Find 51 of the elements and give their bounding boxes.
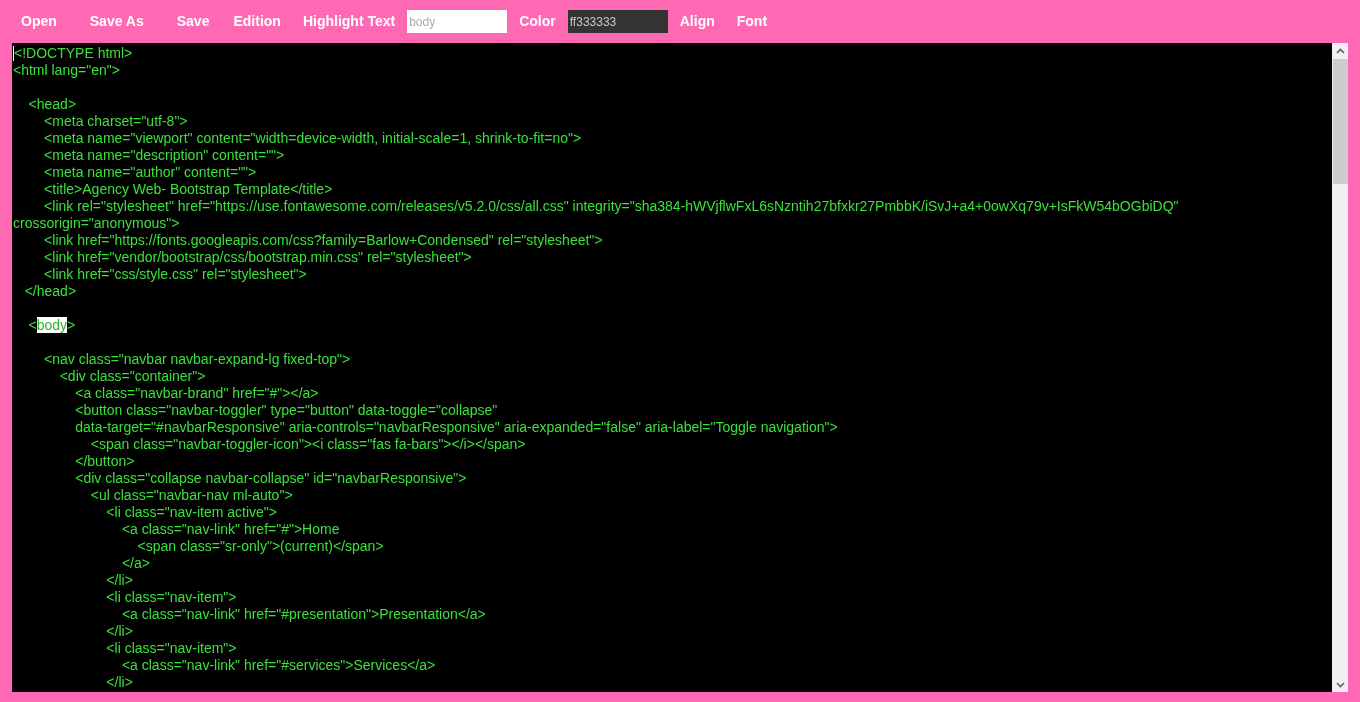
code-line: <!DOCTYPE html> xyxy=(14,45,133,62)
code-line: <nav class="navbar navbar-expand-lg fixed-top"> xyxy=(43,351,351,368)
code-line: <head> xyxy=(27,96,77,113)
code-line: <div class="collapse navbar-collapse" id="navbarResponsive"> xyxy=(74,470,467,487)
toolbar-button[interactable]: Highlight Text xyxy=(301,11,397,32)
code-line: <link href="https://fonts.googleapis.com/css?family=Barlow+Condensed" rel="stylesheet"> xyxy=(43,232,603,249)
code-line: <li class="nav-item active"> xyxy=(105,504,277,521)
code-line: <div class="container"> xyxy=(58,368,206,385)
scrollbar-thumb[interactable] xyxy=(1332,59,1348,184)
code-line: <a class="nav-link" href="#presentation">Presentation</a> xyxy=(120,606,486,623)
code-line: <span class="navbar-toggler-icon"><i class="fas fa-bars"></i></span> xyxy=(89,436,526,453)
code-line: </li> xyxy=(105,623,133,640)
code-line: </head> xyxy=(23,283,77,300)
code-line: <button class="navbar-toggler" type="button" data-toggle="collapse" xyxy=(74,402,498,419)
scroll-down-icon[interactable] xyxy=(1335,682,1345,688)
toolbar-button[interactable]: Color xyxy=(518,11,557,32)
code-line: </a> xyxy=(120,555,150,572)
code-line: <meta name="author" content=""> xyxy=(43,164,257,181)
code-line: <title>Agency Web- Bootstrap Template</title> xyxy=(43,181,333,198)
code-line: <a class="nav-link" href="#services">Services</a> xyxy=(120,657,436,674)
toolbar-button[interactable]: Edition xyxy=(232,11,282,32)
scroll-up-icon[interactable] xyxy=(1335,48,1345,54)
code-line: <meta charset="utf-8"> xyxy=(43,113,188,130)
code-line: <link rel="stylesheet" href="https://use.fontawesome.com/releases/v5.2.0/css/all.css" integrity="sha384-hWVjflwFxL6sNzntih27bfxkr27PmbbK/iSvJ+a4+0owXq79v+IsFkW54bOGbiDQ" xyxy=(43,198,1179,215)
scrollbar[interactable] xyxy=(1332,43,1348,692)
code-line: </li> xyxy=(105,572,133,589)
code-text: > xyxy=(67,317,76,334)
code-line: </button> xyxy=(74,453,135,470)
text-cursor xyxy=(13,46,14,61)
toolbar-button[interactable]: Save xyxy=(175,11,211,32)
code-line: <meta name="description" content=""> xyxy=(43,147,285,164)
code-line: <span class="sr-only">(current)</span> xyxy=(136,538,384,555)
code-line: crossorigin="anonymous"> xyxy=(13,215,180,232)
color-input-field[interactable]: ff333333 xyxy=(567,10,668,33)
toolbar-button[interactable]: Open xyxy=(20,11,58,32)
toolbar-button[interactable]: Font xyxy=(735,11,769,32)
code-line: <meta name="viewport" content="width=device-width, initial-scale=1, shrink-to-fit=no"> xyxy=(43,130,582,147)
code-line: <a class="navbar-brand" href="#"></a> xyxy=(74,385,319,402)
code-line: <li class="nav-item"> xyxy=(105,640,237,657)
code-line: <html lang="en"> xyxy=(13,62,120,79)
code-line: <link href="vendor/bootstrap/css/bootstrap.min.css" rel="stylesheet"> xyxy=(43,249,472,266)
code-line: <ul class="navbar-nav ml-auto"> xyxy=(89,487,293,504)
code-text: < xyxy=(27,317,37,334)
code-line: data-target="#navbarResponsive" aria-controls="navbarResponsive" aria-expanded="false" aria-label="Toggle navigation"> xyxy=(74,419,838,436)
code-line: <li class="nav-item"> xyxy=(105,589,237,606)
toolbar-button[interactable]: Save As xyxy=(88,11,145,32)
toolbar-button[interactable]: Align xyxy=(678,11,716,32)
highlight-input-field[interactable]: body xyxy=(407,10,508,33)
code-line: <link href="css/style.css" rel="stylesheet"> xyxy=(43,266,307,283)
code-line: </li> xyxy=(105,674,133,691)
code-line: <a class="nav-link" href="#">Home xyxy=(120,521,340,538)
